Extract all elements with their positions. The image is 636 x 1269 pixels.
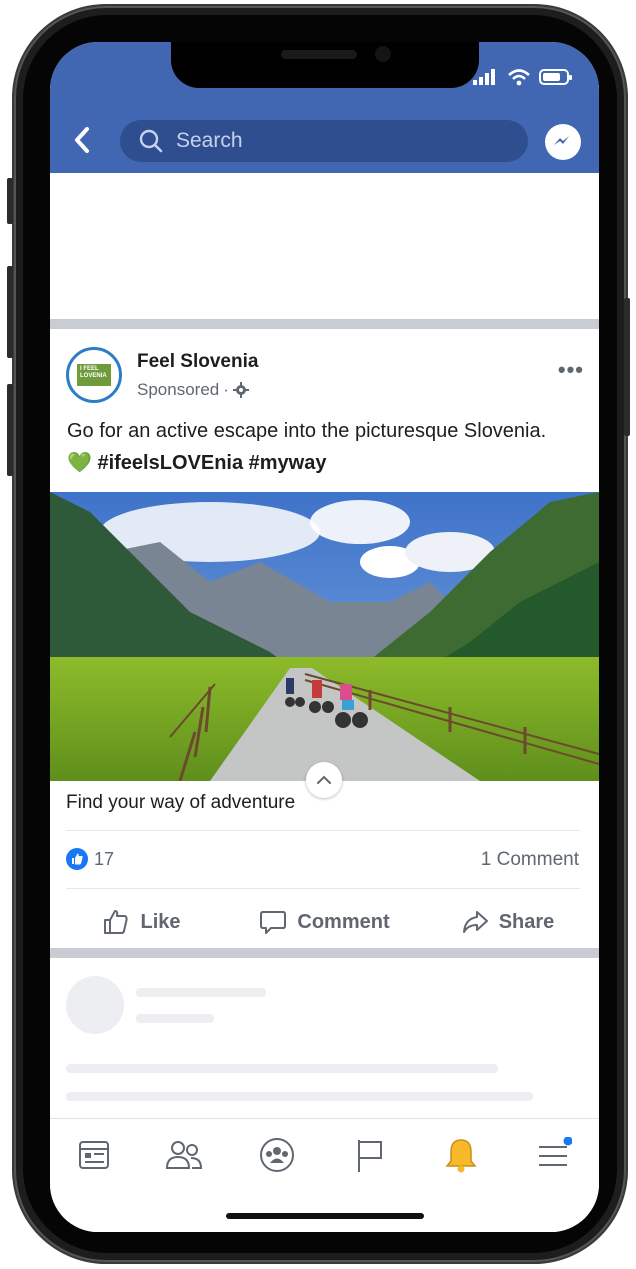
gear-icon bbox=[232, 382, 249, 398]
page-avatar[interactable]: I FEEL LOVENIA bbox=[66, 347, 122, 403]
loading-line-placeholder bbox=[66, 1092, 533, 1101]
volume-up-button bbox=[7, 266, 13, 358]
like-label: Like bbox=[140, 910, 181, 933]
messenger-icon bbox=[554, 136, 569, 145]
reaction-summary[interactable]: 17 bbox=[66, 848, 114, 870]
status-bar bbox=[473, 68, 573, 86]
mute-switch bbox=[7, 178, 13, 224]
chevron-up-icon bbox=[317, 775, 331, 784]
search-input[interactable]: Search bbox=[120, 120, 528, 162]
page-logo-text: I FEEL LOVENIA bbox=[77, 364, 111, 386]
collapse-button[interactable] bbox=[306, 762, 342, 798]
news-feed-icon bbox=[79, 1141, 109, 1169]
battery-icon bbox=[539, 69, 572, 85]
post-meta: Sponsored · bbox=[137, 380, 249, 400]
flag-icon bbox=[358, 1140, 382, 1172]
share-icon bbox=[462, 911, 488, 933]
comment-button[interactable]: Comment bbox=[233, 900, 416, 944]
page-name[interactable]: Feel Slovenia bbox=[137, 351, 258, 373]
wifi-icon bbox=[508, 69, 530, 86]
phone-notch bbox=[171, 42, 479, 88]
feed-blank-area bbox=[50, 173, 599, 319]
tab-groups[interactable] bbox=[257, 1135, 297, 1175]
notification-badge bbox=[563, 1137, 572, 1146]
bell-icon bbox=[445, 1139, 477, 1173]
divider bbox=[66, 830, 580, 831]
post-photo[interactable] bbox=[50, 492, 599, 781]
messenger-button[interactable] bbox=[545, 124, 581, 160]
like-reaction-icon bbox=[66, 848, 88, 870]
groups-icon bbox=[260, 1138, 294, 1172]
tab-news-feed[interactable] bbox=[74, 1135, 114, 1175]
volume-down-button bbox=[7, 384, 13, 476]
feed-separator bbox=[50, 948, 599, 958]
share-button[interactable]: Share bbox=[416, 900, 599, 944]
screen: Search I FEEL LOVENIA Feel Slovenia Spon… bbox=[50, 42, 599, 1232]
signal-icon bbox=[473, 69, 495, 85]
power-button bbox=[624, 298, 630, 436]
loading-line-placeholder bbox=[136, 988, 266, 997]
search-icon bbox=[139, 129, 163, 153]
tab-notifications[interactable] bbox=[441, 1135, 481, 1175]
post-body: Go for an active escape into the picture… bbox=[67, 420, 547, 442]
share-label: Share bbox=[498, 910, 555, 933]
divider bbox=[66, 888, 580, 889]
chevron-left-icon[interactable] bbox=[72, 126, 92, 154]
green-heart-icon: 💚 bbox=[67, 452, 92, 474]
tab-friends[interactable] bbox=[164, 1135, 204, 1175]
more-icon[interactable]: ••• bbox=[558, 357, 584, 383]
post-hashtags[interactable]: #ifeelsLOVEnia #myway bbox=[97, 452, 326, 474]
comment-icon bbox=[260, 911, 287, 934]
post-actions: Like Comment Share bbox=[50, 900, 599, 944]
post-header: I FEEL LOVENIA Feel Slovenia Sponsored ·… bbox=[66, 347, 586, 407]
friends-icon bbox=[165, 1141, 203, 1169]
like-count: 17 bbox=[94, 848, 115, 869]
menu-icon bbox=[539, 1137, 572, 1166]
search-placeholder: Search bbox=[176, 129, 243, 152]
sponsored-label: Sponsored bbox=[137, 380, 220, 399]
meta-separator: · bbox=[223, 380, 229, 399]
comment-label: Comment bbox=[297, 910, 390, 933]
thumbs-up-icon bbox=[104, 910, 129, 934]
feed-separator bbox=[50, 319, 599, 329]
post-text: Go for an active escape into the picture… bbox=[67, 415, 587, 479]
tab-pages[interactable] bbox=[350, 1135, 390, 1175]
speaker-grille bbox=[281, 50, 357, 59]
front-camera bbox=[375, 46, 391, 62]
tab-menu[interactable] bbox=[534, 1135, 574, 1175]
home-indicator bbox=[226, 1213, 424, 1219]
loading-line-placeholder bbox=[136, 1014, 214, 1023]
post-hashtag-line: 💚 #ifeelsLOVEnia #myway bbox=[67, 447, 587, 479]
link-headline[interactable]: Find your way of adventure bbox=[66, 792, 295, 814]
comment-count[interactable]: 1 Comment bbox=[481, 849, 579, 871]
loading-avatar-placeholder bbox=[66, 976, 124, 1034]
loading-line-placeholder bbox=[66, 1064, 498, 1073]
like-button[interactable]: Like bbox=[50, 900, 233, 944]
